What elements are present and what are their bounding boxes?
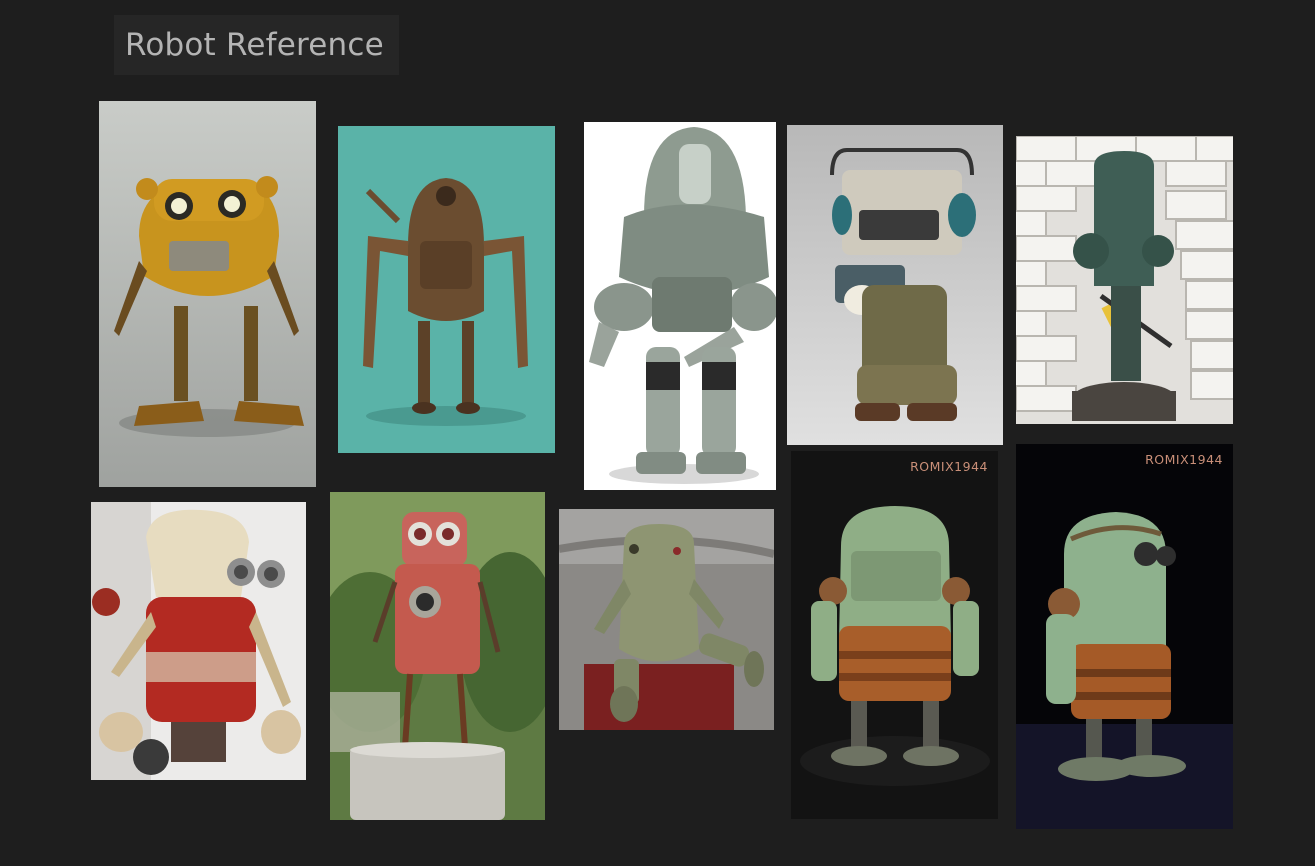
green-rust-robot-front-image <box>791 451 998 819</box>
board-title: Robot Reference <box>125 27 384 63</box>
green-rust-robot-side-image <box>1016 444 1233 829</box>
image-card-green-sitting-robot[interactable] <box>559 509 774 730</box>
rusty-teal-robot-image <box>338 126 555 453</box>
red-garden-robot-image <box>330 492 545 820</box>
image-card-red-white-scrap-robot[interactable] <box>91 502 306 780</box>
watermark-text: ROMIX1944 <box>910 459 988 474</box>
image-card-rusty-teal-robot[interactable] <box>338 126 555 453</box>
image-card-tank-robot-bricks[interactable] <box>1016 136 1233 424</box>
image-card-cassette-head-robot[interactable] <box>787 125 1003 445</box>
grey-dome-robot-image <box>584 122 776 490</box>
yellow-bear-robot-image <box>99 101 316 487</box>
board-title-box[interactable]: Robot Reference <box>114 15 399 75</box>
green-sitting-robot-image <box>559 509 774 730</box>
image-card-yellow-bear-robot[interactable] <box>99 101 316 487</box>
image-card-green-rust-robot-front[interactable]: ROMIX1944 <box>791 451 998 819</box>
image-card-green-rust-robot-side[interactable]: ROMIX1944 <box>1016 444 1233 829</box>
image-card-grey-dome-robot[interactable] <box>584 122 776 490</box>
watermark-text: ROMIX1944 <box>1145 452 1223 467</box>
image-card-red-garden-robot[interactable] <box>330 492 545 820</box>
red-white-scrap-robot-image <box>91 502 306 780</box>
cassette-head-robot-image <box>787 125 1003 445</box>
tank-robot-bricks-image <box>1016 136 1233 424</box>
